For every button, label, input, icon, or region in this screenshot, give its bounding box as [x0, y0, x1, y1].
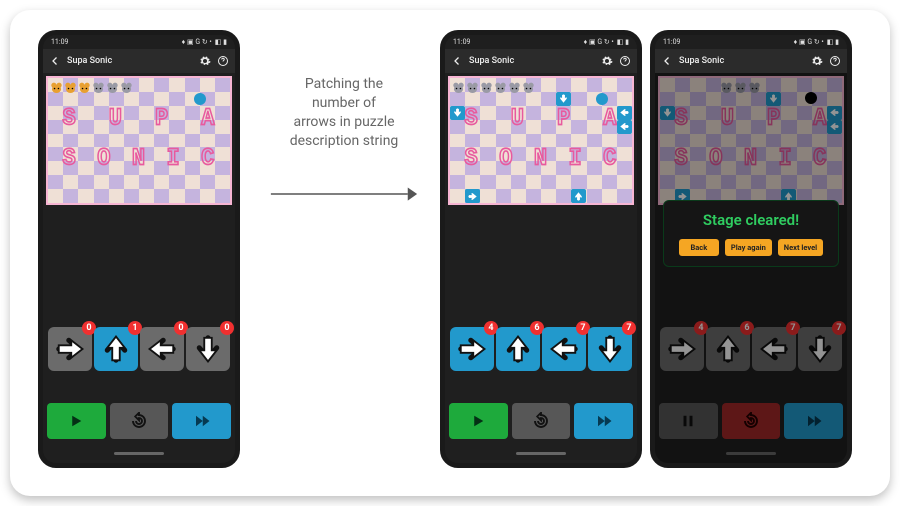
col-before: 11:09 ♦ ▣ G ↻ •◧ ▮ Supa Sonic — [38, 30, 248, 468]
transition-arrow-icon — [269, 181, 419, 211]
reset-button[interactable] — [512, 403, 571, 439]
control-row — [445, 403, 637, 443]
stage-cleared-dialog: Stage cleared! Back Play again Next leve… — [663, 200, 839, 267]
dialog-buttons: Back Play again Next level — [679, 239, 823, 256]
arrow-left-button[interactable]: 0 — [140, 327, 184, 371]
game-board[interactable]: SUPA SONIC — [46, 76, 232, 205]
title-bar: Supa Sonic — [655, 49, 847, 73]
col-after: 11:09 ♦ ▣ G ↻ •◧ ▮ Supa Sonic SUPA SONIC — [440, 30, 862, 468]
help-icon[interactable] — [619, 55, 631, 67]
dialog-back-button[interactable]: Back — [679, 239, 719, 256]
control-row — [43, 403, 235, 443]
status-time: 11:09 — [51, 38, 68, 46]
status-icons: ♦ ▣ G ↻ •◧ ▮ — [581, 38, 629, 46]
game-board-wrap: SUPA SONIC — [445, 73, 637, 205]
status-icons: ♦ ▣ G ↻ •◧ ▮ — [179, 38, 227, 46]
title-bar: Supa Sonic — [43, 49, 235, 73]
back-icon[interactable] — [451, 55, 463, 67]
status-bar: 11:09 ♦ ▣ G ↻ •◧ ▮ — [655, 35, 847, 49]
gear-icon[interactable] — [601, 55, 613, 67]
status-time: 11:09 — [663, 38, 680, 46]
col-caption: Patching thenumber ofarrows in puzzledes… — [248, 30, 440, 211]
arrow-right-button[interactable]: 0 — [48, 327, 92, 371]
page-title: Supa Sonic — [67, 56, 112, 66]
status-time: 11:09 — [453, 38, 470, 46]
title-bar: Supa Sonic — [445, 49, 637, 73]
page-title: Supa Sonic — [469, 56, 514, 66]
game-board[interactable]: SUPA SONIC — [448, 76, 634, 205]
fast-forward-button[interactable] — [172, 403, 231, 439]
phone-cleared: 11:09 ♦ ▣ G ↻ •◧ ▮ Supa Sonic SUPA SONIC — [650, 30, 852, 468]
status-icons: ♦ ▣ G ↻ •◧ ▮ — [791, 38, 839, 46]
phone-after: 11:09 ♦ ▣ G ↻ •◧ ▮ Supa Sonic SUPA SONIC — [440, 30, 642, 468]
dialog-next-level-button[interactable]: Next level — [778, 239, 823, 256]
back-icon[interactable] — [661, 55, 673, 67]
arrow-left-button[interactable]: 7 — [542, 327, 586, 371]
play-button[interactable] — [449, 403, 508, 439]
arrow-down-button[interactable]: 7 — [588, 327, 632, 371]
status-bar: 11:09 ♦ ▣ G ↻ •◧ ▮ — [445, 35, 637, 49]
arrow-right-button[interactable]: 4 — [450, 327, 494, 371]
gear-icon[interactable] — [811, 55, 823, 67]
back-icon[interactable] — [49, 55, 61, 67]
arrow-count-badge: 0 — [220, 321, 234, 335]
arrow-up-button[interactable]: 1 — [94, 327, 138, 371]
reset-button[interactable] — [110, 403, 169, 439]
fast-forward-button[interactable] — [574, 403, 633, 439]
arrow-tray: 0100 — [43, 317, 235, 381]
arrow-up-button[interactable]: 6 — [496, 327, 540, 371]
arrow-down-button[interactable]: 0 — [186, 327, 230, 371]
game-board-wrap: SUPA SONIC — [43, 73, 235, 205]
dialog-play-again-button[interactable]: Play again — [725, 239, 772, 256]
android-navbar — [445, 443, 637, 463]
help-icon[interactable] — [829, 55, 841, 67]
figure-card: 11:09 ♦ ▣ G ↻ •◧ ▮ Supa Sonic — [10, 10, 890, 496]
dialog-title: Stage cleared! — [703, 211, 799, 229]
page-title: Supa Sonic — [679, 56, 724, 66]
play-button[interactable] — [47, 403, 106, 439]
caption-text: Patching thenumber ofarrows in puzzledes… — [290, 75, 399, 151]
gear-icon[interactable] — [199, 55, 211, 67]
phone-before: 11:09 ♦ ▣ G ↻ •◧ ▮ Supa Sonic — [38, 30, 240, 468]
arrow-count-badge: 7 — [622, 321, 636, 335]
modal-dim — [655, 73, 847, 463]
arrow-tray: 4677 — [445, 317, 637, 381]
help-icon[interactable] — [217, 55, 229, 67]
status-bar: 11:09 ♦ ▣ G ↻ •◧ ▮ — [43, 35, 235, 49]
android-navbar — [43, 443, 235, 463]
